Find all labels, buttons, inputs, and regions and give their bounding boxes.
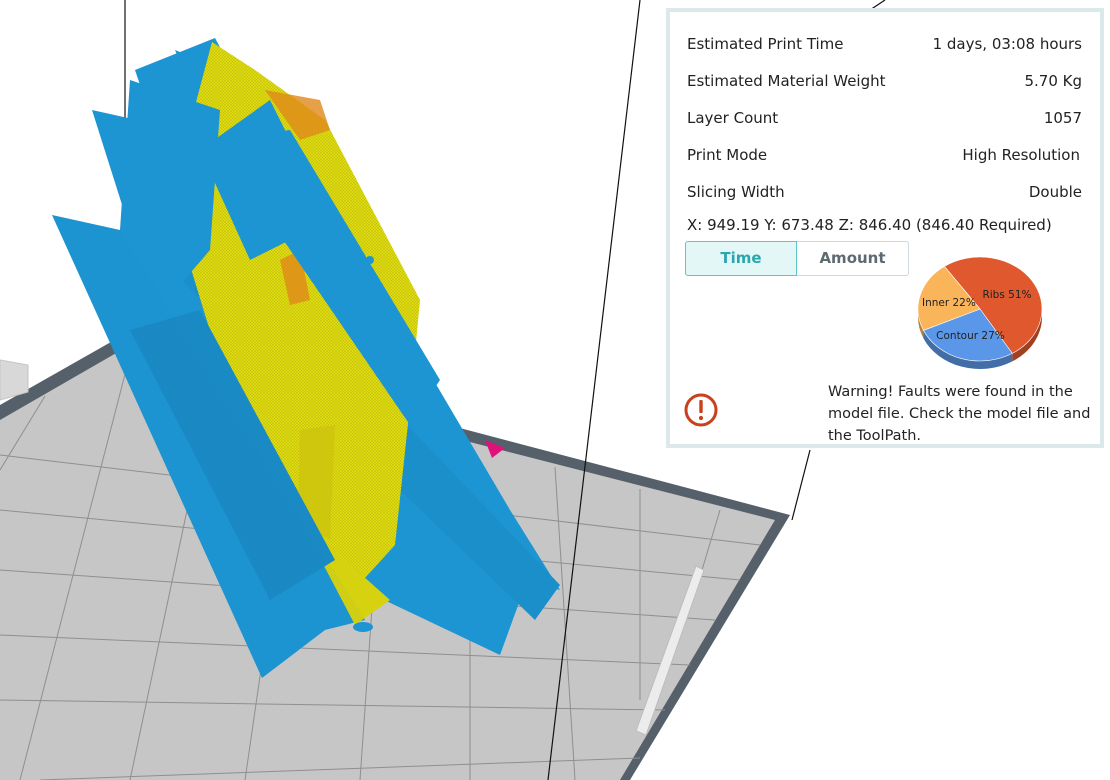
tab-time[interactable]: Time <box>685 241 797 276</box>
tab-amount[interactable]: Amount <box>797 241 909 276</box>
stat-row-material-weight: Estimated Material Weight 5.70 Kg <box>687 70 1082 92</box>
pie-label-contour: Contour 27% <box>936 330 1005 342</box>
stat-row-print-time: Estimated Print Time 1 days, 03:08 hours <box>687 33 1082 55</box>
stat-row-slicing-width: Slicing Width Double <box>687 181 1082 203</box>
stat-label: Layer Count <box>687 109 779 127</box>
stat-value: 1 days, 03:08 hours <box>932 35 1082 53</box>
stat-label: Print Mode <box>687 146 768 164</box>
pie-label-inner: Inner 22% <box>922 297 976 309</box>
coordinate-readout: X: 949.19 Y: 673.48 Z: 846.40 (846.40 Re… <box>687 216 1052 234</box>
stat-label: Estimated Print Time <box>687 35 844 53</box>
stat-row-layer-count: Layer Count 1057 <box>687 107 1082 129</box>
exclamation-circle-icon <box>684 393 718 427</box>
warning-message: Warning! Faults were found in the model … <box>828 384 1091 444</box>
stat-value: 1057 <box>1043 109 1082 127</box>
pie-label-ribs: Ribs 51% <box>982 289 1031 301</box>
print-time-pie-chart: Ribs 51% Contour 27% Inner 22% <box>917 256 1043 369</box>
chart-mode-tabs: Time Amount <box>685 241 909 276</box>
stat-row-print-mode: Print Mode High Resolution <box>687 144 1082 166</box>
print-estimate-panel: Estimated Print Time 1 days, 03:08 hours… <box>666 8 1104 448</box>
stat-label: Estimated Material Weight <box>687 72 886 90</box>
stat-value: Double <box>1028 183 1082 201</box>
stat-label: Slicing Width <box>687 183 785 201</box>
stat-value: High Resolution <box>962 146 1080 164</box>
stat-value: 5.70 Kg <box>1024 72 1082 90</box>
